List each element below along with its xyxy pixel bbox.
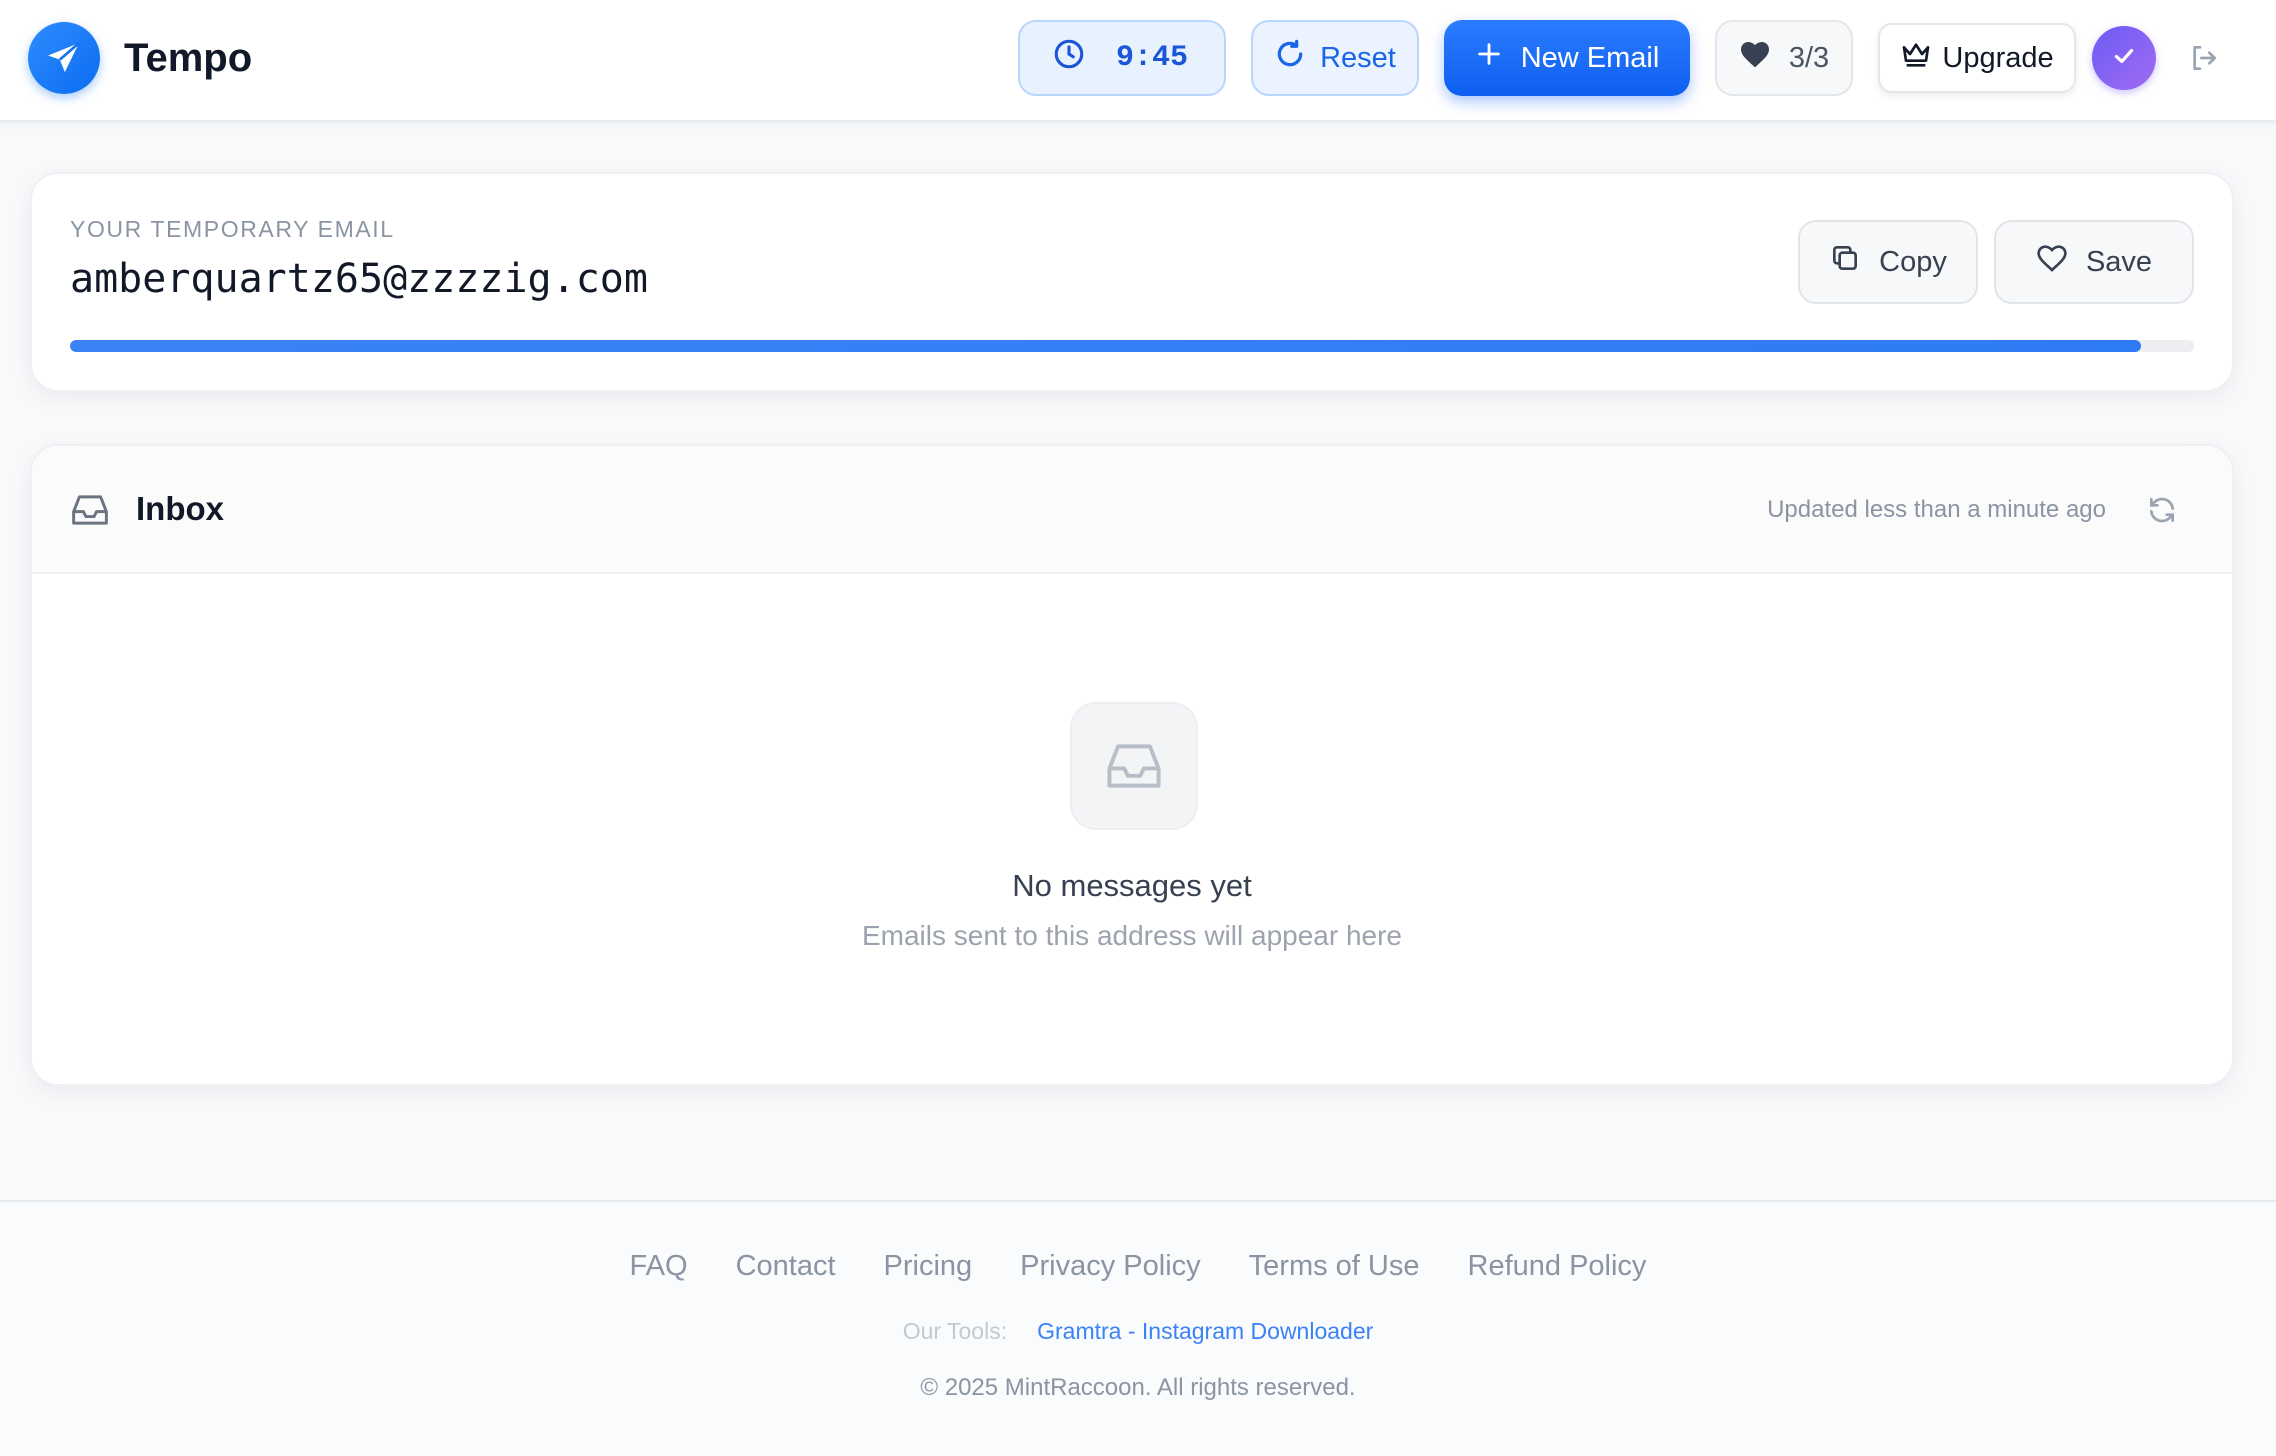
- inbox-icon: [70, 492, 110, 528]
- empty-state-title: No messages yet: [1012, 868, 1252, 903]
- empty-state-subtitle: Emails sent to this address will appear …: [861, 920, 1403, 951]
- avatar[interactable]: [2092, 26, 2156, 90]
- our-tools: Our Tools: Gramtra - Instagram Downloade…: [0, 1318, 2276, 1345]
- footer-link-refund-policy[interactable]: Refund Policy: [1468, 1250, 1647, 1283]
- check-icon: [2111, 43, 2137, 74]
- inbox-header: Inbox Updated less than a minute ago: [32, 446, 2232, 574]
- favorites-count: 3/3: [1788, 41, 1830, 74]
- heart-outline-icon: [2036, 243, 2068, 281]
- reset-label: Reset: [1320, 41, 1396, 74]
- last-updated-text: Updated less than a minute ago: [1767, 496, 2106, 523]
- save-button[interactable]: Save: [1994, 220, 2194, 304]
- tools-label: Our Tools:: [902, 1318, 1008, 1344]
- expiry-progress: [70, 340, 2194, 352]
- new-email-label: New Email: [1520, 41, 1660, 74]
- footer-link-contact[interactable]: Contact: [736, 1250, 836, 1283]
- timer-button[interactable]: 9:45: [1018, 20, 1226, 96]
- upgrade-label: Upgrade: [1942, 41, 2054, 74]
- email-card: YOUR TEMPORARY EMAIL amberquartz65@zzzzi…: [30, 172, 2234, 392]
- footer-links: FAQ Contact Pricing Privacy Policy Terms…: [0, 1250, 2276, 1283]
- footer-link-faq[interactable]: FAQ: [630, 1250, 688, 1283]
- footer-link-terms-of-use[interactable]: Terms of Use: [1249, 1250, 1420, 1283]
- email-label: YOUR TEMPORARY EMAIL: [70, 216, 395, 242]
- paper-plane-icon[interactable]: [28, 22, 100, 94]
- logout-icon[interactable]: [2186, 40, 2222, 76]
- footer-link-pricing[interactable]: Pricing: [884, 1250, 973, 1283]
- rotate-icon: [1274, 38, 1306, 78]
- expiry-progress-fill: [70, 340, 2141, 352]
- footer: FAQ Contact Pricing Privacy Policy Terms…: [0, 1200, 2276, 1456]
- top-bar: Tempo 9:45 Reset New Email 3/3 Upgrade: [0, 0, 2276, 122]
- copy-button[interactable]: Copy: [1798, 220, 1978, 304]
- heart-icon: [1739, 39, 1771, 77]
- reset-button[interactable]: Reset: [1251, 20, 1419, 96]
- copy-icon: [1829, 242, 1861, 282]
- new-email-button[interactable]: New Email: [1444, 20, 1690, 96]
- crown-icon: [1900, 39, 1932, 77]
- inbox-card: Inbox Updated less than a minute ago No …: [30, 444, 2234, 1086]
- timer-value: 9:45: [1116, 41, 1189, 75]
- footer-link-privacy-policy[interactable]: Privacy Policy: [1020, 1250, 1201, 1283]
- brand-name[interactable]: Tempo: [124, 32, 252, 84]
- favorites-button[interactable]: 3/3: [1715, 20, 1853, 96]
- copy-label: Copy: [1879, 245, 1947, 278]
- save-label: Save: [2085, 245, 2153, 278]
- refresh-icon[interactable]: [2144, 492, 2180, 528]
- upgrade-button[interactable]: Upgrade: [1878, 23, 2076, 93]
- inbox-title: Inbox: [136, 490, 224, 527]
- email-address[interactable]: amberquartz65@zzzzig.com: [70, 256, 648, 302]
- empty-inbox-icon: [1070, 702, 1198, 830]
- plus-icon: [1475, 40, 1503, 76]
- clock-icon: [1052, 37, 1086, 79]
- copyright: © 2025 MintRaccoon. All rights reserved.: [920, 1374, 1356, 1401]
- tools-link-gramtra[interactable]: Gramtra - Instagram Downloader: [1037, 1318, 1373, 1345]
